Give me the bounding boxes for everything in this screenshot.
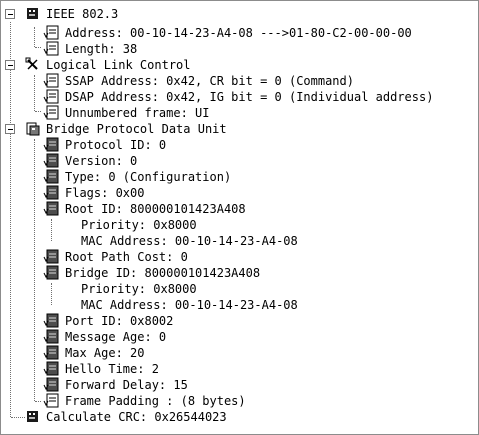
tree-node-address[interactable]: Address: 00-10-14-23-A4-08 --->01-80-C2-… [1, 25, 479, 41]
node-label: Message Age: 0 [65, 330, 167, 344]
protocol-tree: IEEE 802.3 Address: 00-10-14-23-A4-08 --… [1, 1, 478, 434]
tree-node-ieee-802-3[interactable]: IEEE 802.3 [1, 6, 479, 22]
node-label: Max Age: 20 [65, 346, 145, 360]
node-label: Hello Time: 2 [65, 362, 159, 376]
node-label: Bridge ID: 800000101423A408 [65, 266, 261, 280]
tree-node-unnumbered-frame[interactable]: Unnumbered frame: UI [1, 105, 479, 121]
node-label: Port ID: 0x8002 [65, 314, 174, 328]
dark-document-field-icon [43, 169, 59, 184]
tree-node-hello-time[interactable]: Hello Time: 2 [1, 361, 479, 377]
node-label: Logical Link Control [46, 58, 191, 72]
dark-document-field-icon [43, 185, 59, 200]
dark-document-field-icon [43, 137, 59, 152]
node-label: Priority: 0x8000 [81, 218, 197, 232]
node-label: Calculate CRC: 0x26544023 [46, 410, 227, 424]
node-label: Frame Padding : (8 bytes) [65, 394, 246, 408]
tree-node-crc[interactable]: Calculate CRC: 0x26544023 [1, 409, 479, 425]
node-label: MAC Address: 00-10-14-23-A4-08 [81, 298, 298, 312]
packet-detail-tree-panel: IEEE 802.3 Address: 00-10-14-23-A4-08 --… [0, 0, 479, 435]
node-label: Forward Delay: 15 [65, 378, 188, 392]
tree-node-bridge-priority[interactable]: Priority: 0x8000 [1, 281, 479, 297]
node-label: Type: 0 (Configuration) [65, 170, 232, 184]
collapse-toggle-icon[interactable] [5, 60, 15, 70]
tree-node-version[interactable]: Version: 0 [1, 153, 479, 169]
document-field-icon [43, 25, 59, 40]
dark-document-field-icon [43, 329, 59, 344]
node-label: MAC Address: 00-10-14-23-A4-08 [81, 234, 298, 248]
tree-node-max-age[interactable]: Max Age: 20 [1, 345, 479, 361]
dark-document-field-icon [43, 153, 59, 168]
tree-node-root-priority[interactable]: Priority: 0x8000 [1, 217, 479, 233]
node-label: IEEE 802.3 [46, 7, 119, 21]
collapse-toggle-icon[interactable] [5, 124, 15, 134]
tree-node-protocol-id[interactable]: Protocol ID: 0 [1, 137, 479, 153]
tree-node-type[interactable]: Type: 0 (Configuration) [1, 169, 479, 185]
node-label: Root Path Cost: 0 [65, 250, 188, 264]
tree-node-port-id[interactable]: Port ID: 0x8002 [1, 313, 479, 329]
dark-document-field-icon [43, 345, 59, 360]
tree-node-bridge-mac[interactable]: MAC Address: 00-10-14-23-A4-08 [1, 297, 479, 313]
document-field-icon [43, 41, 59, 56]
node-label: Bridge Protocol Data Unit [46, 122, 227, 136]
dark-document-field-icon [43, 201, 59, 216]
node-label: Version: 0 [65, 154, 138, 168]
node-label: Address: 00-10-14-23-A4-08 --->01-80-C2-… [65, 26, 412, 40]
tree-node-dsap[interactable]: DSAP Address: 0x42, IG bit = 0 (Individu… [1, 89, 479, 105]
tree-node-frame-padding[interactable]: Frame Padding : (8 bytes) [1, 393, 479, 409]
node-label: Priority: 0x8000 [81, 282, 197, 296]
tree-node-llc[interactable]: Logical Link Control [1, 57, 479, 73]
dark-document-field-icon [43, 249, 59, 264]
network-packet-icon [27, 411, 38, 422]
dark-document-field-icon [43, 377, 59, 392]
tree-node-length[interactable]: Length: 38 [1, 41, 479, 57]
tree-node-flags[interactable]: Flags: 0x00 [1, 185, 479, 201]
tree-node-message-age[interactable]: Message Age: 0 [1, 329, 479, 345]
tree-node-root-mac[interactable]: MAC Address: 00-10-14-23-A4-08 [1, 233, 479, 249]
bridge-protocol-icon [26, 122, 40, 136]
document-field-icon [43, 89, 59, 104]
node-label: SSAP Address: 0x42, CR bit = 0 (Command) [65, 74, 354, 88]
node-label: Flags: 0x00 [65, 186, 145, 200]
tree-node-bridge-id[interactable]: Bridge ID: 800000101423A408 [1, 265, 479, 281]
node-label: Length: 38 [65, 42, 138, 56]
dark-document-field-icon [43, 313, 59, 328]
tools-icon [25, 57, 38, 70]
tree-node-forward-delay[interactable]: Forward Delay: 15 [1, 377, 479, 393]
node-label: Unnumbered frame: UI [65, 106, 210, 120]
document-field-icon [43, 73, 59, 88]
tree-node-ssap[interactable]: SSAP Address: 0x42, CR bit = 0 (Command) [1, 73, 479, 89]
document-field-icon [43, 393, 59, 408]
tree-node-root-id[interactable]: Root ID: 800000101423A408 [1, 201, 479, 217]
network-packet-icon [27, 8, 38, 19]
tree-node-root-path-cost[interactable]: Root Path Cost: 0 [1, 249, 479, 265]
node-label: Root ID: 800000101423A408 [65, 202, 246, 216]
node-label: DSAP Address: 0x42, IG bit = 0 (Individu… [65, 90, 434, 104]
node-label: Protocol ID: 0 [65, 138, 167, 152]
tree-node-bpdu[interactable]: Bridge Protocol Data Unit [1, 121, 479, 137]
dark-document-field-icon [43, 265, 59, 280]
document-field-icon [43, 105, 59, 120]
collapse-toggle-icon[interactable] [5, 9, 15, 19]
dark-document-field-icon [43, 361, 59, 376]
